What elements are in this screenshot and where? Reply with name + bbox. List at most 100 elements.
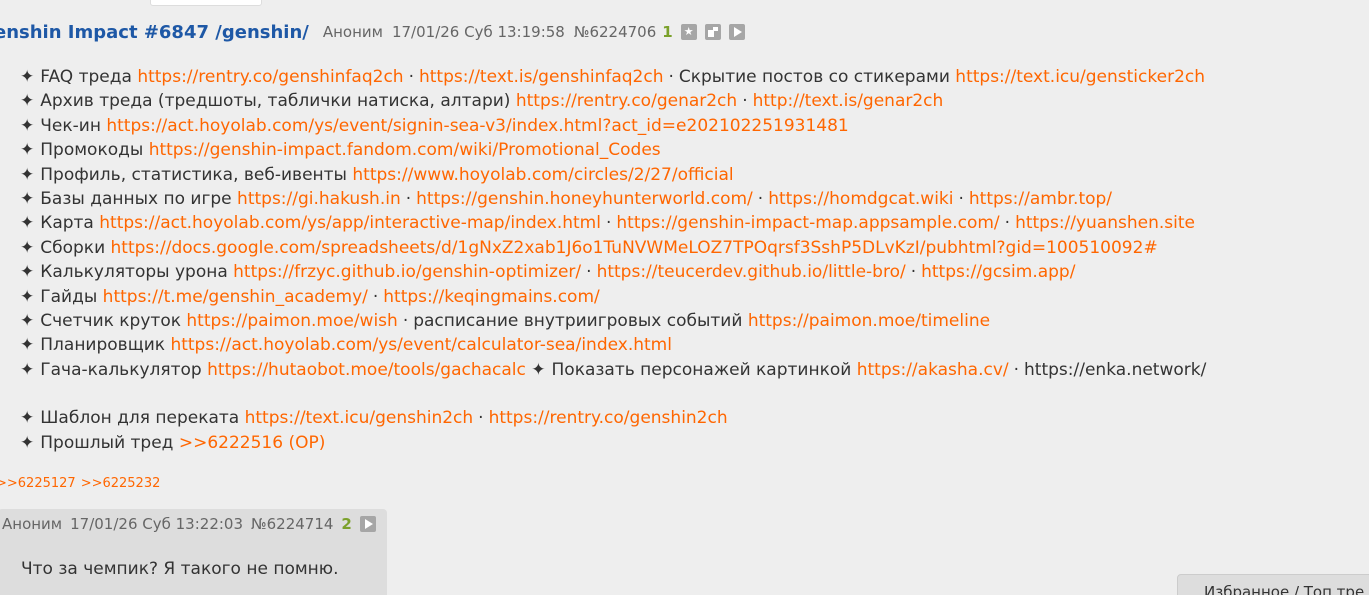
link[interactable]: https://text.icu/gensticker2ch [955, 67, 1205, 87]
body-line-gacha: ✦ Гача-калькулятор https://hutaobot.moe/t… [20, 359, 1207, 380]
backref-link[interactable]: >>6225232 [81, 476, 161, 491]
separator: · [1004, 213, 1011, 234]
link[interactable]: https://yuanshen.site [1015, 213, 1195, 233]
link[interactable]: https://act.hoyolab.com/ys/app/interacti… [99, 213, 601, 233]
separator: · [757, 188, 764, 209]
star-bullet-icon: ✦ [20, 237, 35, 258]
link[interactable]: http://text.is/genar2ch [753, 91, 944, 111]
separator: · [742, 91, 748, 112]
link[interactable]: https://ambr.top/ [969, 189, 1112, 209]
star-bullet-icon: ✦ [20, 310, 35, 331]
link[interactable]: https://rentry.co/genshinfaq2ch [137, 67, 403, 87]
link[interactable]: https://t.me/genshin_academy/ [103, 287, 368, 307]
star-bullet-icon: ✦ [20, 432, 35, 453]
link[interactable]: https://genshin-impact.fandom.com/wiki/P… [149, 140, 661, 160]
link[interactable]: https://gi.hakush.in [237, 189, 401, 209]
body-line-databases: ✦ Базы данных по игре https://gi.hakush.i… [20, 188, 1113, 209]
body-line-template: ✦ Шаблон для переката https://text.icu/ge… [20, 408, 728, 429]
link[interactable]: https://teucerdev.github.io/little-bro/ [597, 262, 906, 282]
post-date: 17/01/26 Суб 13:19:58 [391, 23, 565, 41]
star-bullet-icon: ✦ [20, 335, 35, 356]
reply-post: Аноним 17/01/26 Суб 13:22:03 №6224714 2 … [0, 509, 387, 595]
link[interactable]: https://text.is/genshinfaq2ch [419, 67, 663, 87]
link[interactable]: https://www.hoyolab.com/circles/2/27/off… [352, 165, 733, 185]
thread-page: enshin Impact #6847 /genshin/ Аноним 17/… [0, 0, 1369, 595]
separator: · [668, 67, 674, 87]
favorites-panel[interactable]: Избранное / Топ тре [1177, 574, 1369, 595]
play-menu-icon[interactable] [728, 24, 745, 40]
link[interactable]: https://frzyc.github.io/genshin-optimize… [233, 262, 581, 282]
separator: · [605, 213, 612, 234]
star-bullet-icon: ✦ [20, 67, 35, 87]
post-author: Аноним [322, 23, 383, 41]
link[interactable]: https://genshin-impact-map.appsample.com… [616, 213, 999, 233]
separator: · [586, 262, 592, 283]
backref-link[interactable]: >>6225127 [0, 476, 76, 491]
link[interactable]: https://text.icu/genshin2ch [245, 408, 474, 428]
star-bullet-icon: ✦ [20, 91, 35, 112]
body-line-calculators: ✦ Калькуляторы урона https://frzyc.github… [20, 262, 1076, 283]
image-toggle-icon[interactable] [704, 24, 721, 40]
thread-title[interactable]: enshin Impact #6847 /genshin/ [0, 22, 309, 43]
link[interactable]: https://rentry.co/genar2ch [516, 91, 737, 111]
link[interactable]: https://gcsim.app/ [921, 262, 1075, 282]
op-post-header: enshin Impact #6847 /genshin/ Аноним 17/… [0, 20, 753, 44]
post-number[interactable]: №6224706 [574, 23, 656, 41]
post-number[interactable]: №6224714 [251, 515, 333, 533]
link[interactable]: https://hutaobot.moe/tools/gachacalc [207, 360, 526, 380]
favorites-panel-label: Избранное / Топ тре [1204, 583, 1365, 595]
link[interactable]: https://keqingmains.com/ [383, 287, 599, 307]
star-bullet-icon: ✦ [20, 286, 35, 307]
star-bullet-icon: ✦ [20, 262, 35, 283]
link[interactable]: https://akasha.cv/ [857, 360, 1009, 380]
separator: · [405, 188, 412, 209]
link[interactable]: https://rentry.co/genshin2ch [489, 408, 728, 428]
link[interactable]: https://act.hoyolab.com/ys/event/calcula… [170, 335, 672, 355]
separator: · [1013, 359, 1020, 380]
body-line-builds: ✦ Сборки https://docs.google.com/spreadsh… [20, 237, 1158, 258]
separator: · [958, 188, 964, 209]
play-menu-icon[interactable] [359, 516, 376, 532]
star-bullet-icon: ✦ [531, 359, 546, 380]
body-line-profile: ✦ Профиль, статистика, веб-ивенты https:/… [20, 164, 734, 185]
body-line-previous-thread: ✦ Прошлый тред >>6222516 (OP) [20, 432, 326, 453]
star-bullet-icon: ✦ [20, 140, 35, 161]
separator: · [402, 310, 409, 331]
body-line-archive: ✦ Архив треда (тредшоты, таблички натиска… [20, 91, 944, 112]
favorite-star-icon[interactable]: ★ [680, 24, 697, 40]
star-bullet-icon: ✦ [20, 115, 35, 136]
star-bullet-icon: ✦ [20, 188, 35, 209]
reply-count: 2 [341, 515, 352, 533]
star-bullet-icon: ✦ [20, 213, 35, 234]
separator: · [478, 408, 484, 429]
link[interactable]: https://genshin.honeyhunterworld.com/ [416, 189, 753, 209]
post-date: 17/01/26 Суб 13:22:03 [70, 515, 243, 533]
body-line-map: ✦ Карта https://act.hoyolab.com/ys/app/in… [20, 213, 1195, 234]
separator: · [910, 262, 917, 283]
reply-count: 1 [662, 23, 673, 41]
reply-post-header: Аноним 17/01/26 Суб 13:22:03 №6224714 2 [2, 515, 384, 533]
body-line-promocodes: ✦ Промокоды https://genshin-impact.fandom… [20, 140, 661, 161]
body-line-checkin: ✦ Чек-ин https://act.hoyolab.com/ys/event… [20, 115, 849, 136]
body-line-wish-counter: ✦ Счетчик круток https://paimon.moe/wish ·… [20, 310, 991, 331]
backreference-links: >>6225127 >>6225232 [0, 476, 165, 491]
separator: · [408, 67, 414, 87]
link[interactable]: https://paimon.moe/wish [186, 311, 397, 331]
previous-thread-link[interactable]: >>6222516 (OP) [179, 433, 326, 453]
body-line-guides: ✦ Гайды https://t.me/genshin_academy/· htt… [20, 286, 600, 307]
star-bullet-icon: ✦ [20, 408, 35, 429]
op-post-body: ✦ FAQ треда https://rentry.co/genshinfaq2… [20, 65, 1206, 455]
link[interactable]: https://docs.google.com/spreadsheets/d/1… [111, 238, 1158, 258]
link[interactable]: https://act.hoyolab.com/ys/event/signin-… [106, 116, 848, 136]
body-blank-line [20, 382, 1206, 406]
link[interactable]: https://paimon.moe/timeline [748, 311, 990, 331]
separator: · [372, 286, 379, 307]
star-bullet-icon: ✦ [20, 164, 35, 185]
body-line-faq: ✦ FAQ треда https://rentry.co/genshinfaq2… [20, 67, 1206, 87]
star-bullet-icon: ✦ [20, 359, 35, 380]
body-line-planner: ✦ Планировщик https://act.hoyolab.com/ys/… [20, 335, 672, 356]
post-author: Аноним [2, 515, 63, 533]
link[interactable]: https://homdgcat.wiki [768, 189, 953, 209]
reply-message: Что за чемпик? Я такого не помню. [21, 559, 339, 579]
top-scroll-remnant [150, 0, 262, 6]
